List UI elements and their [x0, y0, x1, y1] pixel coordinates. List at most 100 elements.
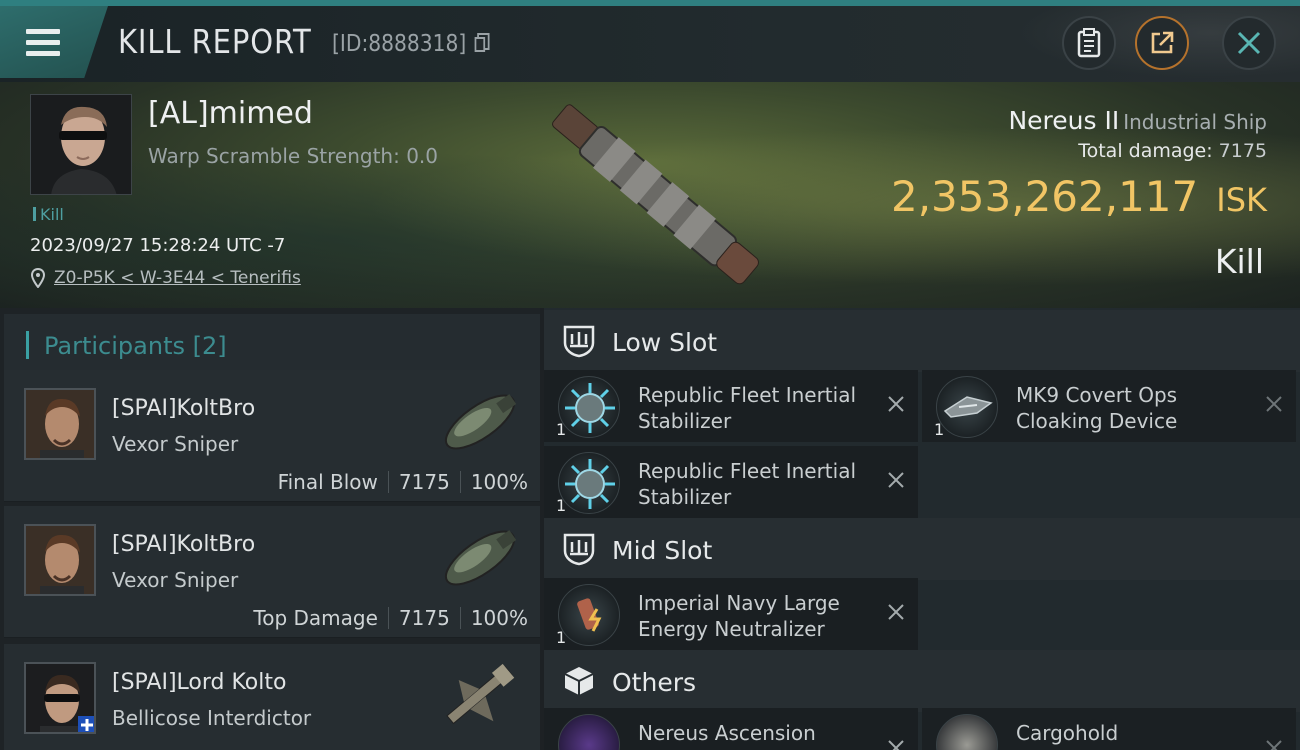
- report-id: [ID:8888318]: [332, 31, 490, 57]
- participant-role: Top Damage: [253, 606, 378, 630]
- cargohold-icon: [936, 714, 998, 750]
- mid-slot-label: Mid Slot: [612, 536, 713, 565]
- low-slot-icon: [563, 325, 595, 358]
- ship-class-text: Industrial Ship: [1123, 110, 1267, 134]
- clipboard-button[interactable]: [1062, 16, 1116, 70]
- kill-result: Kill: [1214, 242, 1264, 281]
- clipboard-icon: [1077, 28, 1101, 58]
- module-name: Imperial Navy Large Energy Neutralizer: [638, 591, 840, 641]
- energy-neutralizer-icon: [558, 584, 620, 646]
- participant-ship: Vexor Sniper: [112, 432, 239, 456]
- participant-avatar: [24, 662, 96, 734]
- total-damage-value: 7175: [1218, 140, 1267, 162]
- fitting-panel: Low Slot 1 Republic Fleet Inertial Stabi…: [544, 308, 1300, 750]
- kill-datetime: 2023/09/27 15:28:24 UTC -7: [30, 235, 286, 256]
- victim-name[interactable]: [AL]mimed: [148, 96, 313, 131]
- others-label: Others: [612, 668, 697, 697]
- module-name: Republic Fleet Inertial Stabilizer: [638, 383, 857, 433]
- participants-heading: Participants [2]: [44, 332, 227, 360]
- module-name: MK9 Covert Ops Cloaking Device: [1016, 383, 1178, 433]
- share-button[interactable]: [1135, 16, 1189, 70]
- share-icon: [1151, 31, 1174, 54]
- low-slot-header: Low Slot: [544, 310, 1300, 372]
- participant-name: [SPAI]Lord Kolto: [112, 670, 287, 695]
- report-id-text: [ID:8888318]: [332, 31, 467, 57]
- participant-percent: 100%: [470, 470, 528, 494]
- module-item[interactable]: Cargohold: [922, 708, 1296, 750]
- participants-header[interactable]: Participants [2]: [4, 314, 540, 374]
- participant-ship: Vexor Sniper: [112, 568, 239, 592]
- module-name: Cargohold: [1016, 721, 1119, 745]
- bellicose-ship-image: [446, 663, 515, 725]
- top-bar: KILL REPORT [ID:8888318]: [0, 0, 1300, 82]
- warp-scramble-strength: Warp Scramble Strength: 0.0: [148, 144, 439, 168]
- victim-avatar[interactable]: [30, 94, 132, 195]
- mid-slot-header: Mid Slot: [544, 518, 1300, 580]
- isk-unit: ISK: [1216, 181, 1267, 219]
- vexor-ship-image: [444, 394, 517, 450]
- cube-icon: [564, 667, 594, 695]
- module-name: Republic Fleet Inertial Stabilizer: [638, 459, 857, 509]
- module-quantity: 1: [556, 420, 567, 439]
- participant-role: Final Blow: [277, 470, 378, 494]
- module-item[interactable]: 1 MK9 Covert Ops Cloaking Device: [922, 370, 1296, 442]
- location-pin-icon: [30, 268, 46, 288]
- isk-amount: 2,353,262,117: [890, 172, 1199, 221]
- page-title: KILL REPORT: [118, 22, 312, 61]
- participant-damage: 7175: [398, 606, 450, 630]
- inertial-stabilizer-icon: [558, 452, 620, 514]
- participant-percent: 100%: [470, 606, 528, 630]
- destroyed-x-icon: [888, 396, 904, 412]
- ascension-skin-icon: [558, 714, 620, 750]
- module-item[interactable]: 1 Imperial Navy Large Energy Neutralizer: [544, 578, 918, 650]
- isk-value: 2,353,262,117 ISK: [891, 172, 1267, 221]
- close-icon: [1237, 31, 1261, 55]
- total-damage: Total damage: 7175: [1078, 140, 1267, 162]
- ship-name-text: Nereus II: [1008, 106, 1120, 135]
- module-quantity: 1: [934, 420, 945, 439]
- destroyed-x-icon: [888, 472, 904, 488]
- menu-icon: [26, 29, 60, 59]
- participant-ship: Bellicose Interdictor: [112, 706, 312, 730]
- mid-slot-icon: [563, 533, 595, 566]
- module-quantity: 1: [556, 496, 567, 515]
- participant-damage: 7175: [398, 470, 450, 494]
- participant-avatar: [24, 388, 96, 460]
- participants-accent: [26, 331, 29, 359]
- vexor-ship-image: [444, 530, 517, 586]
- kill-report-screen: KILL REPORT [ID:8888318] [AL]mimed Warp …: [0, 0, 1300, 750]
- kill-location-link[interactable]: Z0-P5K < W-3E44 < Tenerifis: [54, 268, 301, 288]
- destroyed-x-icon: [888, 740, 904, 750]
- cloaking-device-icon: [936, 376, 998, 438]
- participant-row[interactable]: [SPAI]KoltBro Vexor Sniper Top Damage 717…: [4, 506, 540, 638]
- module-item[interactable]: 1 Republic Fleet Inertial Stabilizer: [544, 446, 918, 518]
- victim-banner: [AL]mimed Warp Scramble Strength: 0.0 Ki…: [0, 82, 1300, 308]
- module-item[interactable]: Nereus Ascension: [544, 708, 918, 750]
- menu-button[interactable]: [0, 6, 108, 78]
- participant-row[interactable]: [SPAI]KoltBro Vexor Sniper Final Blow 717…: [4, 370, 540, 502]
- participants-panel: Participants [2] [SPAI]KoltBro Vexor Sni…: [0, 308, 540, 750]
- module-item[interactable]: 1 Republic Fleet Inertial Stabilizer: [544, 370, 918, 442]
- inertial-stabilizer-icon: [558, 376, 620, 438]
- victim-portrait: [31, 95, 131, 194]
- destroyed-x-icon: [1266, 740, 1282, 750]
- destroyed-x-icon: [888, 604, 904, 620]
- top-accent-line: [0, 0, 1300, 6]
- ship-render: [552, 104, 759, 285]
- participant-row[interactable]: [SPAI]Lord Kolto Bellicose Interdictor: [4, 644, 540, 750]
- victim-ship[interactable]: Nereus II Industrial Ship: [1008, 106, 1267, 135]
- participant-avatar: [24, 524, 96, 596]
- total-damage-label: Total damage:: [1078, 140, 1213, 162]
- others-header: Others: [544, 650, 1300, 712]
- participant-name: [SPAI]KoltBro: [112, 532, 256, 557]
- participant-stats: Final Blow 7175 100%: [278, 470, 528, 494]
- kill-tag: Kill: [33, 205, 64, 224]
- close-button[interactable]: [1222, 16, 1276, 70]
- low-slot-label: Low Slot: [612, 328, 718, 357]
- copy-icon[interactable]: [474, 33, 491, 53]
- module-quantity: 1: [556, 628, 567, 647]
- destroyed-x-icon: [1266, 396, 1282, 412]
- participant-stats: Top Damage 7175 100%: [253, 606, 528, 630]
- module-name: Nereus Ascension: [638, 721, 816, 745]
- participant-name: [SPAI]KoltBro: [112, 396, 256, 421]
